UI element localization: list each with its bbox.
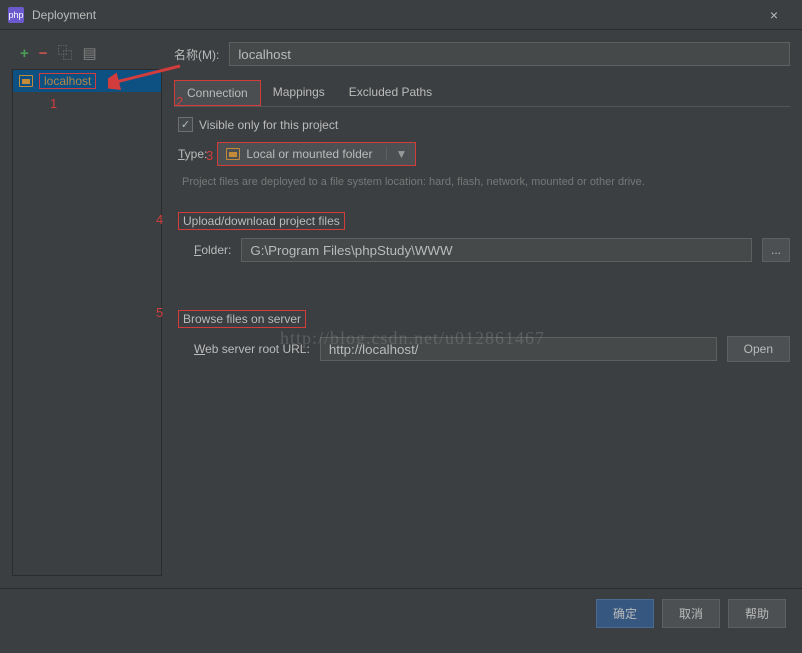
type-value: Local or mounted folder (246, 147, 372, 161)
type-label: Type: (178, 147, 207, 161)
annotation-1: 1 (50, 96, 57, 111)
tab-mappings[interactable]: Mappings (261, 80, 337, 106)
sidebar-toolbar: + − ⿻ ▤ (12, 42, 162, 69)
annotation-2: 2 (176, 94, 183, 109)
remove-icon[interactable]: − (39, 46, 48, 61)
ok-button[interactable]: 确定 (596, 599, 654, 628)
folder-label: Folder: (194, 243, 231, 257)
name-label: 名称(M): (174, 46, 219, 63)
copy-icon[interactable]: ⿻ (58, 46, 73, 61)
folder-icon (226, 148, 240, 160)
dialog-footer: 确定 取消 帮助 (0, 588, 802, 638)
folder-input[interactable] (241, 238, 752, 262)
main-panel: 名称(M): Connection Mappings Excluded Path… (174, 42, 790, 576)
help-button[interactable]: 帮助 (728, 599, 786, 628)
annotation-4: 4 (156, 212, 163, 227)
url-label: Web server root URL: (194, 342, 310, 356)
cancel-button[interactable]: 取消 (662, 599, 720, 628)
server-label: localhost (39, 73, 96, 89)
app-icon: php (8, 7, 24, 23)
page-icon[interactable]: ▤ (83, 46, 97, 61)
tab-connection[interactable]: Connection (174, 80, 261, 106)
annotation-5: 5 (156, 305, 163, 320)
window-title: Deployment (32, 8, 754, 22)
sidebar: + − ⿻ ▤ localhost (12, 42, 162, 576)
server-item-localhost[interactable]: localhost (13, 70, 161, 92)
type-select[interactable]: Local or mounted folder ▼ (217, 142, 416, 166)
url-input[interactable] (320, 337, 717, 361)
titlebar: php Deployment × (0, 0, 802, 30)
server-type-icon (19, 75, 33, 87)
folder-browse-button[interactable]: ... (762, 238, 790, 262)
section-upload-title: Upload/download project files (178, 212, 345, 230)
open-button[interactable]: Open (727, 336, 790, 362)
section-browse-title: Browse files on server (178, 310, 306, 328)
tab-excluded[interactable]: Excluded Paths (337, 80, 444, 106)
type-hint: Project files are deployed to a file sys… (178, 176, 790, 188)
visible-label: Visible only for this project (199, 118, 338, 132)
chevron-down-icon: ▼ (386, 147, 407, 161)
close-button[interactable]: × (754, 0, 794, 30)
server-tree[interactable]: localhost (12, 69, 162, 576)
annotation-3: 3 (206, 148, 213, 163)
tabs: Connection Mappings Excluded Paths (174, 80, 790, 107)
add-icon[interactable]: + (20, 46, 29, 61)
name-input[interactable] (229, 42, 790, 66)
visible-checkbox[interactable]: ✓ (178, 117, 193, 132)
